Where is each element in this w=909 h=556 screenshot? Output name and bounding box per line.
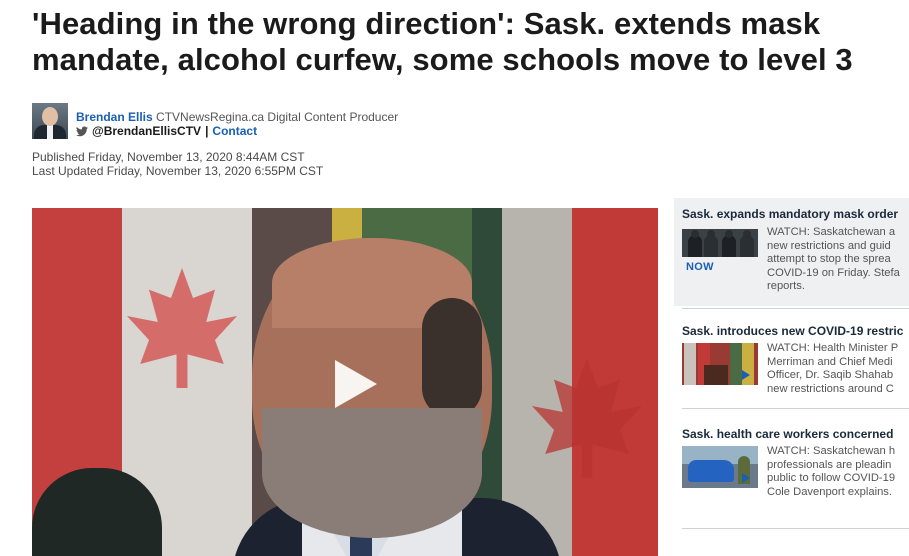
updated-date: Last Updated Friday, November 13, 2020 6… — [32, 164, 324, 178]
published-date: Published Friday, November 13, 2020 8:44… — [32, 150, 305, 164]
article-headline: 'Heading in the wrong direction': Sask. … — [32, 6, 902, 78]
headline-line-2: mandate, alcohol curfew, some schools mo… — [32, 42, 853, 77]
divider — [682, 408, 909, 409]
related-video-description: WATCH: Health Minister P Merriman and Ch… — [767, 342, 899, 395]
video-player[interactable] — [32, 208, 658, 556]
author-role: CTVNewsRegina.ca Digital Content Produce… — [156, 110, 399, 124]
contact-link[interactable]: Contact — [212, 124, 257, 138]
related-videos-sidebar: Sask. expands mandatory mask order NOW W… — [674, 198, 909, 556]
related-video-description: WATCH: Saskatchewan a new restrictions a… — [767, 226, 900, 293]
related-video-title[interactable]: Sask. expands mandatory mask order — [682, 207, 898, 221]
headline-line-1: 'Heading in the wrong direction': Sask. … — [32, 6, 821, 41]
byline-separator: | — [205, 124, 209, 138]
divider — [682, 308, 909, 309]
author-name-link[interactable]: Brendan Ellis — [76, 110, 153, 124]
article-dates: Published Friday, November 13, 2020 8:44… — [32, 150, 323, 178]
play-icon[interactable] — [741, 368, 751, 380]
divider — [682, 528, 909, 529]
author-info: Brendan Ellis CTVNewsRegina.ca Digital C… — [76, 110, 398, 124]
video-thumbnail[interactable] — [682, 229, 758, 257]
play-icon[interactable] — [741, 471, 751, 483]
twitter-icon[interactable] — [76, 126, 88, 137]
now-playing-badge: NOW — [686, 261, 714, 273]
play-icon[interactable] — [327, 358, 379, 410]
author-avatar[interactable] — [32, 103, 68, 139]
related-video-card[interactable]: Sask. health care workers concerned WATC… — [674, 418, 909, 504]
related-video-card[interactable]: Sask. expands mandatory mask order NOW W… — [674, 198, 909, 306]
related-video-title[interactable]: Sask. introduces new COVID-19 restric — [682, 324, 903, 338]
author-social: @BrendanEllisCTV | Contact — [76, 124, 257, 138]
related-video-card[interactable]: Sask. introduces new COVID-19 restric WA… — [674, 315, 909, 401]
related-video-description: WATCH: Saskatchewan h professionals are … — [767, 445, 896, 498]
related-video-title[interactable]: Sask. health care workers concerned — [682, 427, 893, 441]
author-twitter-handle[interactable]: @BrendanEllisCTV — [92, 124, 201, 138]
